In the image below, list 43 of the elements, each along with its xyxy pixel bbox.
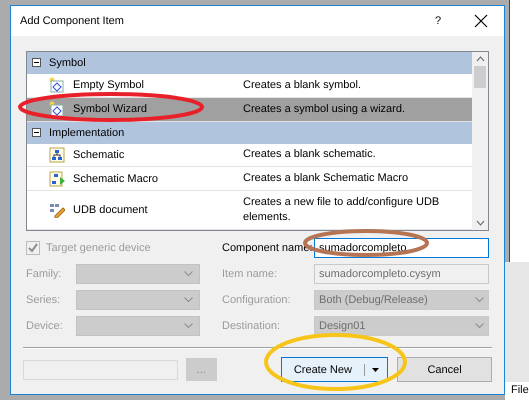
- field-label: Destination:: [222, 320, 282, 332]
- field-label: Device:: [26, 320, 64, 332]
- field-label: Series:: [26, 294, 62, 306]
- schematic-icon: [49, 170, 65, 187]
- list-item[interactable]: Schematic Creates a blank schematic.: [27, 144, 472, 168]
- scrollbar[interactable]: [472, 52, 488, 230]
- group-header[interactable]: Symbol: [27, 52, 472, 74]
- close-icon[interactable]: [474, 14, 488, 28]
- scroll-thumb[interactable]: [474, 66, 486, 88]
- item-description: Creates a symbol using a wizard.: [243, 102, 406, 117]
- input-field[interactable]: sumadorcompleto.cysym: [314, 264, 489, 284]
- item-name: Schematic Macro: [73, 172, 159, 185]
- item-name: Empty Symbol: [73, 79, 145, 92]
- item-description: Creates a new file to add/configure UDB elements.: [243, 195, 440, 226]
- group-header[interactable]: Implementation: [27, 122, 472, 144]
- field-label: Configuration:: [222, 294, 292, 306]
- symbol-icon: [49, 77, 65, 94]
- window-title: Add Component Item: [20, 15, 125, 27]
- pencil-grid-icon: [49, 202, 65, 218]
- item-name: UDB document: [73, 204, 149, 216]
- menu-text: File: [505, 382, 529, 400]
- item-name: Symbol Wizard: [73, 103, 148, 116]
- symbol-icon: [49, 101, 65, 118]
- chevron-down-icon: [184, 297, 193, 303]
- collapse-icon[interactable]: [32, 58, 41, 68]
- item-description: Creates a blank Schematic Macro: [243, 171, 410, 186]
- item-name: Schematic: [73, 148, 126, 161]
- item-description: Creates a blank symbol.: [243, 78, 362, 93]
- collapse-icon[interactable]: [32, 128, 41, 138]
- item-description: Creates a blank schematic.: [243, 147, 377, 162]
- chevron-down-icon: [184, 323, 193, 329]
- checkbox-label: Target generic device: [46, 242, 151, 254]
- create-new-button[interactable]: Create New: [280, 357, 388, 382]
- field-label: Item name:: [222, 268, 278, 280]
- chevron-down-icon: [475, 297, 484, 303]
- group-label: Implementation: [49, 126, 124, 139]
- chevron-down-icon: [475, 323, 484, 329]
- cancel-button[interactable]: Cancel: [397, 357, 492, 382]
- help-button[interactable]: ?: [418, 6, 458, 36]
- group-label: Symbol: [49, 56, 86, 69]
- chevron-down-icon: [184, 271, 193, 277]
- field-label: Family:: [26, 268, 62, 280]
- schematic-icon: [49, 146, 65, 163]
